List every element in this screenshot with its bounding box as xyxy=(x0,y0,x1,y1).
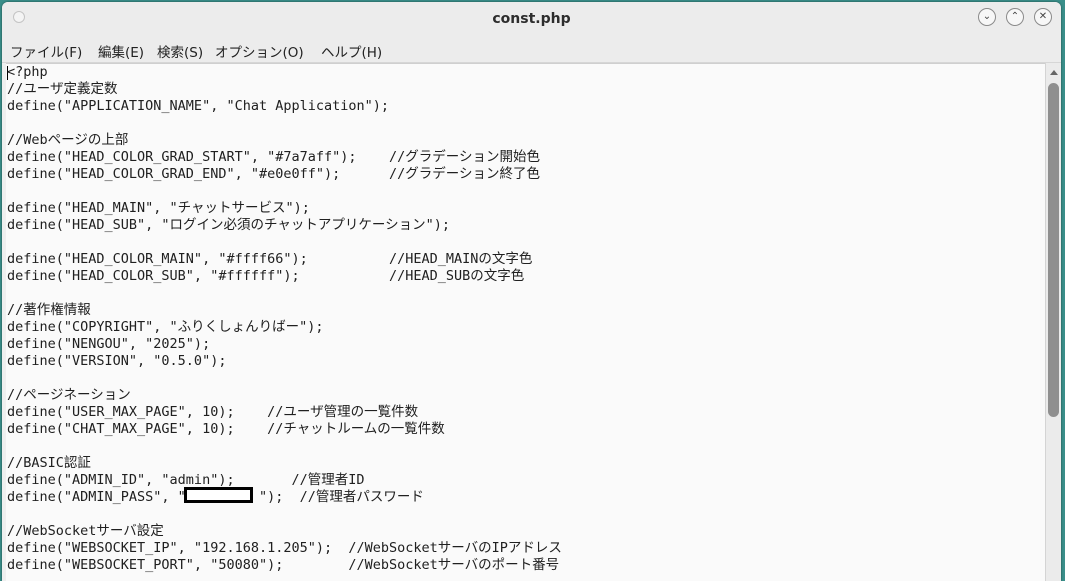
code-line: define("ADMIN_ID", "admin"); //管理者ID xyxy=(7,472,365,488)
code-line: define("COPYRIGHT", "ふりくしょんりばー"); xyxy=(7,319,324,335)
code-line: define("CHAT_MAX_PAGE", 10); //チャットルームの一… xyxy=(7,421,445,437)
code-line: define("HEAD_COLOR_SUB", "#ffffff"); //H… xyxy=(7,268,525,284)
menu-edit[interactable]: 編集(E) xyxy=(98,41,144,61)
code-line: define("APPLICATION_NAME", "Chat Applica… xyxy=(7,98,390,114)
menu-help[interactable]: ヘルプ(H) xyxy=(321,41,382,61)
menu-file[interactable]: ファイル(F) xyxy=(10,41,82,61)
code-line: define("HEAD_COLOR_GRAD_START", "#7a7aff… xyxy=(7,149,540,165)
scrollbar-thumb[interactable] xyxy=(1048,83,1059,417)
code-line: define("USER_MAX_PAGE", 10); //ユーザ管理の一覧件… xyxy=(7,404,419,420)
code-line: //BASIC認証 xyxy=(7,455,91,471)
window-title: const.php xyxy=(492,11,571,27)
code-line: define("HEAD_COLOR_MAIN", "#ffff66"); //… xyxy=(7,251,533,267)
menu-search[interactable]: 検索(S) xyxy=(157,41,203,61)
text-editor-area[interactable]: <?php//ユーザ定義定数 define("APPLICATION_NAME",… xyxy=(6,63,1045,581)
menu-bar: ファイル(F) 編集(E) 検索(S) オプション(O) ヘルプ(H) xyxy=(2,36,1061,63)
redaction-box xyxy=(184,487,253,503)
maximize-icon[interactable]: ⌃ xyxy=(1006,8,1024,26)
vertical-scrollbar[interactable] xyxy=(1045,63,1061,581)
code-line: <?php xyxy=(7,64,48,80)
code-line: //WebSocketサーバ設定 xyxy=(7,523,164,539)
code-line: //ページネーション xyxy=(7,387,131,403)
code-text[interactable]: <?php//ユーザ定義定数 define("APPLICATION_NAME",… xyxy=(7,64,562,574)
code-line: define("WEBSOCKET_IP", "192.168.1.205");… xyxy=(7,540,562,556)
code-line: define("WEBSOCKET_PORT", "50080"); //Web… xyxy=(7,557,560,573)
code-line: //Webページの上部 xyxy=(7,132,129,148)
menu-options[interactable]: オプション(O) xyxy=(215,41,304,61)
title-bar[interactable]: const.php ⌄ ⌃ ✕ xyxy=(2,2,1061,36)
close-icon[interactable]: ✕ xyxy=(1034,8,1052,26)
code-line: define("ADMIN_PASS", " "); //管理者パスワード xyxy=(7,489,424,505)
code-line: //ユーザ定義定数 xyxy=(7,81,118,97)
code-line: define("VERSION", "0.5.0"); xyxy=(7,353,227,369)
scroll-up-icon[interactable] xyxy=(1050,70,1058,75)
code-line: define("NENGOU", "2025"); xyxy=(7,336,211,352)
code-line: //著作権情報 xyxy=(7,302,91,318)
code-line: define("HEAD_COLOR_GRAD_END", "#e0e0ff")… xyxy=(7,166,540,182)
code-line: define("HEAD_SUB", "ログイン必須のチャットアプリケーション"… xyxy=(7,217,451,233)
code-line: define("HEAD_MAIN", "チャットサービス"); xyxy=(7,200,310,216)
editor-window: const.php ⌄ ⌃ ✕ ファイル(F) 編集(E) 検索(S) オプショ… xyxy=(2,2,1061,581)
minimize-icon[interactable]: ⌄ xyxy=(978,8,996,26)
